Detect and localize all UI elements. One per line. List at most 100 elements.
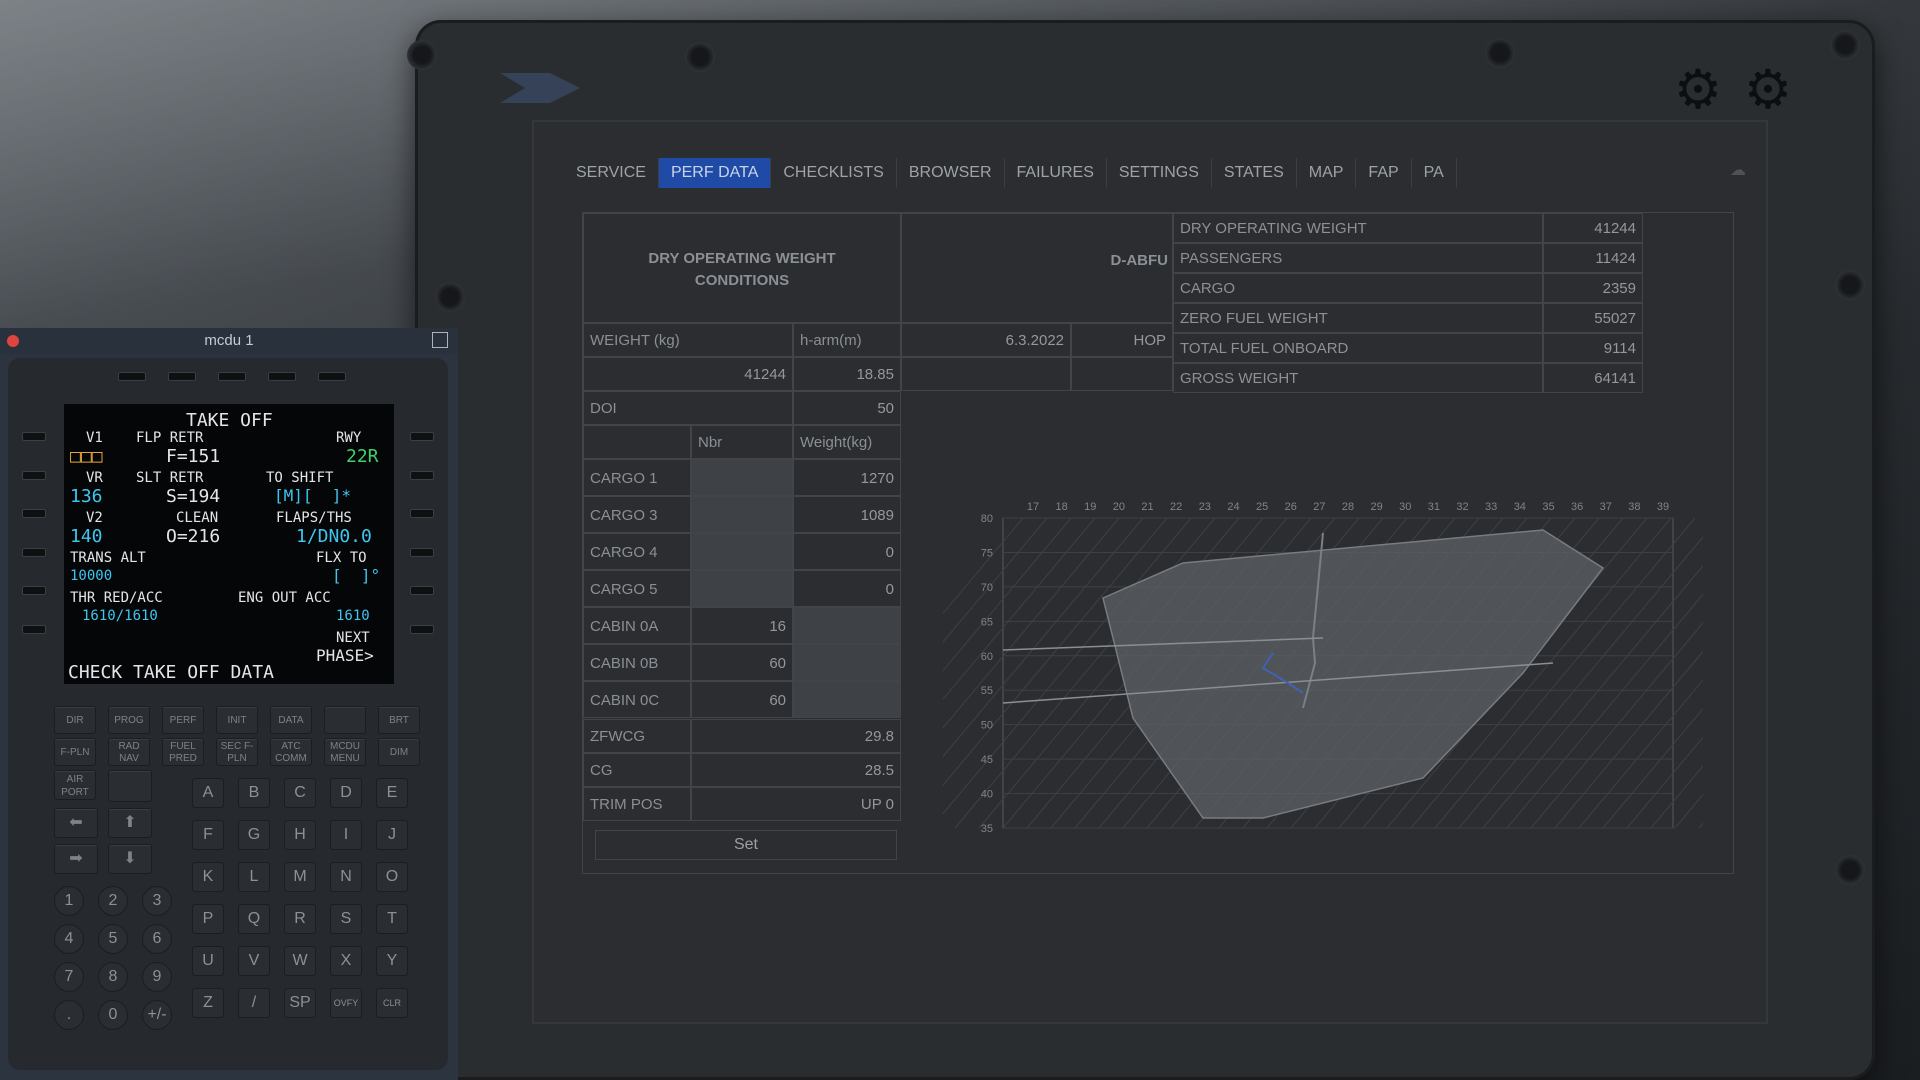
key-e[interactable]: E	[376, 778, 408, 808]
key-d[interactable]: D	[330, 778, 362, 808]
key-num-8[interactable]: 9	[142, 962, 172, 992]
key-num-6[interactable]: 7	[54, 962, 84, 992]
close-icon[interactable]	[7, 335, 19, 347]
cabin-nbr-input[interactable]: 60	[691, 681, 793, 718]
tab-pa[interactable]: PA	[1411, 158, 1457, 188]
key-num-7[interactable]: 8	[98, 962, 128, 992]
key-ovfy[interactable]: OVFY	[330, 988, 362, 1018]
lsk-right-1[interactable]	[410, 432, 434, 441]
lsk-right-3[interactable]	[410, 509, 434, 518]
lsk-left-5[interactable]	[22, 586, 46, 595]
tab-perf-data[interactable]: PERF DATA	[658, 158, 772, 188]
key-c[interactable]: C	[284, 778, 316, 808]
lsk-left-4[interactable]	[22, 547, 46, 557]
tab-checklists[interactable]: CHECKLISTS	[771, 158, 897, 188]
key-t[interactable]: T	[376, 904, 408, 934]
cargo-weight-input[interactable]: 0	[793, 533, 901, 570]
slew-up-key[interactable]: ⬆	[108, 808, 152, 838]
key-num-11[interactable]: +/-	[142, 1000, 172, 1030]
key-perf[interactable]: PERF	[162, 706, 204, 734]
key-w[interactable]: W	[284, 946, 316, 976]
lsk-left-6[interactable]	[22, 624, 46, 634]
key-fuel-pred[interactable]: FUEL PRED	[162, 738, 204, 766]
key-num-10[interactable]: 0	[98, 1000, 128, 1030]
tab-states[interactable]: STATES	[1211, 158, 1297, 188]
gear-icon[interactable]: ⚙	[1740, 62, 1796, 118]
key-dir[interactable]: DIR	[54, 706, 96, 734]
key-r[interactable]: R	[284, 904, 316, 934]
key-data[interactable]: DATA	[270, 706, 312, 734]
key-z[interactable]: Z	[192, 988, 224, 1018]
key-v[interactable]: V	[238, 946, 270, 976]
key-x[interactable]: X	[330, 946, 362, 976]
tab-browser[interactable]: BROWSER	[896, 158, 1005, 188]
key-rad-nav[interactable]: RAD NAV	[108, 738, 150, 766]
tab-fap[interactable]: FAP	[1356, 158, 1412, 188]
key-slash[interactable]: /	[238, 988, 270, 1018]
lsk-left-1[interactable]	[22, 432, 46, 441]
key-atc-comm[interactable]: ATC COMM	[270, 738, 312, 766]
slew-left-key[interactable]: ⬅	[54, 808, 98, 838]
key-h[interactable]: H	[284, 820, 316, 850]
v1-value[interactable]: □□□	[70, 446, 103, 467]
lsk-right-2[interactable]	[410, 470, 434, 480]
key-p[interactable]: P	[192, 904, 224, 934]
key-b[interactable]: B	[238, 778, 270, 808]
mcdu-titlebar[interactable]: mcdu 1	[0, 328, 458, 354]
key-sp[interactable]: SP	[284, 988, 316, 1018]
tab-failures[interactable]: FAILURES	[1004, 158, 1107, 188]
key-clr[interactable]: CLR	[376, 988, 408, 1018]
set-button[interactable]: Set	[595, 830, 897, 860]
lsk-left-3[interactable]	[22, 509, 46, 518]
eng-out-value[interactable]: 1610	[336, 608, 370, 624]
key-num-0[interactable]: 1	[54, 886, 84, 916]
v2-value[interactable]: 140	[70, 526, 103, 547]
thr-red-value[interactable]: 1610/1610	[82, 608, 158, 624]
weight-value[interactable]: 41244	[583, 357, 793, 391]
next-phase[interactable]: PHASE>	[316, 646, 374, 665]
key-s[interactable]: S	[330, 904, 362, 934]
key-num-5[interactable]: 6	[142, 924, 172, 954]
cargo-weight-input[interactable]: 1089	[793, 496, 901, 533]
key-dim[interactable]: DIM	[378, 738, 420, 766]
cargo-weight-input[interactable]: 1270	[793, 459, 901, 496]
doi-value[interactable]: 50	[793, 391, 901, 425]
cabin-nbr-input[interactable]: 16	[691, 607, 793, 644]
lsk-right-5[interactable]	[410, 586, 434, 595]
key-num-2[interactable]: 3	[142, 886, 172, 916]
key-sec-f-pln[interactable]: SEC F-PLN	[216, 738, 258, 766]
tab-map[interactable]: MAP	[1296, 158, 1357, 188]
cargo-weight-input[interactable]: 0	[793, 570, 901, 607]
lsk-right-6[interactable]	[410, 624, 434, 634]
trans-alt-value[interactable]: 10000	[70, 568, 112, 584]
lsk-right-4[interactable]	[410, 547, 434, 557]
key-f[interactable]: F	[192, 820, 224, 850]
key-y[interactable]: Y	[376, 946, 408, 976]
key-m[interactable]: M	[284, 862, 316, 892]
key-k[interactable]: K	[192, 862, 224, 892]
tab-settings[interactable]: SETTINGS	[1106, 158, 1212, 188]
flx-to-value[interactable]: [ ]°	[332, 566, 380, 585]
vr-value[interactable]: 136	[70, 486, 103, 507]
popout-icon[interactable]	[432, 332, 448, 348]
key-a[interactable]: A	[192, 778, 224, 808]
blank-key[interactable]	[108, 770, 152, 802]
blank-key[interactable]	[324, 706, 366, 734]
key-num-1[interactable]: 2	[98, 886, 128, 916]
key-num-4[interactable]: 5	[98, 924, 128, 954]
cloud-icon[interactable]: ☁	[1730, 160, 1746, 180]
key-q[interactable]: Q	[238, 904, 270, 934]
key-i[interactable]: I	[330, 820, 362, 850]
key-n[interactable]: N	[330, 862, 362, 892]
key-num-3[interactable]: 4	[54, 924, 84, 954]
key-init[interactable]: INIT	[216, 706, 258, 734]
rwy-value[interactable]: 22R	[346, 446, 379, 467]
key-j[interactable]: J	[376, 820, 408, 850]
key-prog[interactable]: PROG	[108, 706, 150, 734]
airport-key[interactable]: AIR PORT	[54, 770, 96, 800]
key-u[interactable]: U	[192, 946, 224, 976]
key-g[interactable]: G	[238, 820, 270, 850]
tab-service[interactable]: SERVICE	[564, 158, 659, 188]
gear-icon[interactable]: ⚙	[1670, 62, 1726, 118]
slew-down-key[interactable]: ⬇	[108, 844, 152, 874]
